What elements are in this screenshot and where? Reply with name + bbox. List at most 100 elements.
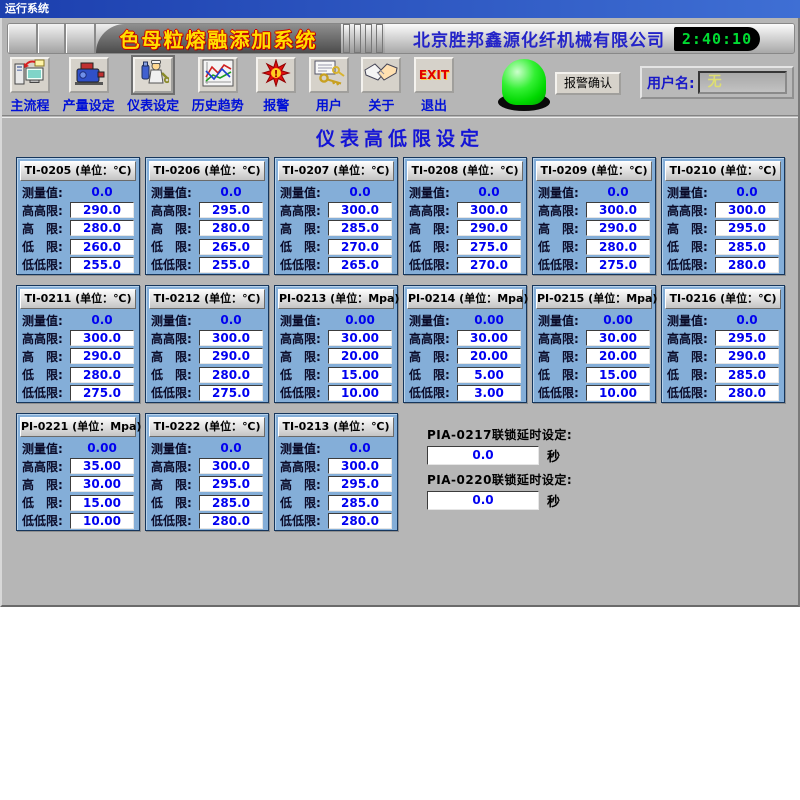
high-limit-input[interactable]: 290.0 bbox=[199, 348, 263, 364]
high-limit-input[interactable]: 20.00 bbox=[457, 348, 521, 364]
instrument-setting-button[interactable] bbox=[133, 57, 173, 93]
low-limit-input[interactable]: 270.0 bbox=[328, 239, 392, 255]
high-limit-input[interactable]: 290.0 bbox=[715, 348, 779, 364]
low-low-limit-input[interactable]: 10.00 bbox=[586, 385, 650, 401]
low-limit-input[interactable]: 280.0 bbox=[586, 239, 650, 255]
panel-title: PI-0213 (单位：Mpa) bbox=[278, 289, 394, 309]
low-limit-input[interactable]: 280.0 bbox=[70, 367, 134, 383]
high-high-limit-input[interactable]: 300.0 bbox=[328, 458, 392, 474]
output-setting-button[interactable] bbox=[69, 57, 109, 93]
high-label: 高 限: bbox=[280, 348, 321, 365]
high-high-limit-input[interactable]: 295.0 bbox=[715, 330, 779, 346]
exit-button[interactable]: EXIT bbox=[414, 57, 454, 93]
low-limit-input[interactable]: 285.0 bbox=[328, 495, 392, 511]
low-limit-input[interactable]: 280.0 bbox=[199, 367, 263, 383]
high-label: 高 限: bbox=[151, 476, 192, 493]
low-limit-input[interactable]: 15.00 bbox=[328, 367, 392, 383]
high-limit-input[interactable]: 285.0 bbox=[328, 220, 392, 236]
high-high-limit-input[interactable]: 30.00 bbox=[457, 330, 521, 346]
high-limit-input[interactable]: 20.00 bbox=[586, 348, 650, 364]
high-high-limit-input[interactable]: 300.0 bbox=[586, 202, 650, 218]
high-high-limit-input[interactable]: 300.0 bbox=[199, 458, 263, 474]
low-low-limit-input[interactable]: 10.00 bbox=[70, 513, 134, 529]
low-limit-input[interactable]: 260.0 bbox=[70, 239, 134, 255]
high-limit-input[interactable]: 290.0 bbox=[586, 220, 650, 236]
high-limit-input[interactable]: 290.0 bbox=[70, 348, 134, 364]
low-label: 低 限: bbox=[667, 238, 708, 255]
high-limit-input[interactable]: 30.00 bbox=[70, 476, 134, 492]
alarm-ack-button[interactable]: 报警确认 bbox=[555, 72, 621, 95]
low-limit-input[interactable]: 15.00 bbox=[586, 367, 650, 383]
instrument-panel: PI-0215 (单位：Mpa) 测量值: 0.00 高高限: 30.00 高 … bbox=[532, 285, 656, 403]
low-low-limit-input[interactable]: 10.00 bbox=[328, 385, 392, 401]
low-low-limit-input[interactable]: 270.0 bbox=[457, 257, 521, 273]
high-limit-input[interactable]: 295.0 bbox=[715, 220, 779, 236]
high-high-limit-input[interactable]: 300.0 bbox=[70, 330, 134, 346]
interlock-delay-input[interactable]: 0.0 bbox=[427, 491, 539, 510]
low-limit-input[interactable]: 285.0 bbox=[199, 495, 263, 511]
main-process-button[interactable] bbox=[10, 57, 50, 93]
measured-value: 0.00 bbox=[70, 441, 134, 455]
user-button[interactable] bbox=[309, 57, 349, 93]
high-limit-input[interactable]: 290.0 bbox=[457, 220, 521, 236]
panel-title: PI-0215 (单位：Mpa) bbox=[536, 289, 652, 309]
about-button[interactable] bbox=[361, 57, 401, 93]
high-limit-input[interactable]: 20.00 bbox=[328, 348, 392, 364]
low-low-limit-input[interactable]: 280.0 bbox=[715, 385, 779, 401]
high-label: 高 限: bbox=[538, 348, 579, 365]
toolbar-item-exit[interactable]: EXIT 退出 bbox=[414, 57, 454, 114]
high-high-label: 高高限: bbox=[22, 458, 63, 475]
high-limit-input[interactable]: 295.0 bbox=[328, 476, 392, 492]
measured-value: 0.00 bbox=[586, 313, 650, 327]
low-low-limit-input[interactable]: 265.0 bbox=[328, 257, 392, 273]
low-low-limit-input[interactable]: 280.0 bbox=[328, 513, 392, 529]
low-low-limit-input[interactable]: 255.0 bbox=[70, 257, 134, 273]
toolbar-item-output-setting[interactable]: 产量设定 bbox=[63, 57, 115, 114]
high-label: 高 限: bbox=[151, 220, 192, 237]
toolbar-item-user[interactable]: 用户 bbox=[309, 57, 349, 114]
high-high-label: 高高限: bbox=[151, 202, 192, 219]
low-label: 低 限: bbox=[538, 238, 579, 255]
toolbar-item-alarm[interactable]: ! 报警 bbox=[256, 57, 296, 114]
low-low-limit-input[interactable]: 275.0 bbox=[70, 385, 134, 401]
toolbar-item-instrument-setting[interactable]: 仪表设定 bbox=[127, 57, 179, 114]
high-high-limit-input[interactable]: 300.0 bbox=[715, 202, 779, 218]
interlock-delay-input[interactable]: 0.0 bbox=[427, 446, 539, 465]
system-title: 色母粒熔融添加系统 bbox=[120, 24, 318, 53]
high-high-limit-input[interactable]: 30.00 bbox=[328, 330, 392, 346]
high-high-limit-input[interactable]: 295.0 bbox=[199, 202, 263, 218]
high-high-limit-input[interactable]: 290.0 bbox=[70, 202, 134, 218]
low-limit-input[interactable]: 15.00 bbox=[70, 495, 134, 511]
low-label: 低 限: bbox=[538, 366, 579, 383]
low-low-limit-input[interactable]: 275.0 bbox=[586, 257, 650, 273]
toolbar-item-about[interactable]: 关于 bbox=[361, 57, 401, 114]
measured-label: 测量值: bbox=[151, 312, 192, 329]
high-label: 高 限: bbox=[667, 348, 708, 365]
low-limit-input[interactable]: 265.0 bbox=[199, 239, 263, 255]
toolbar-item-history-trend[interactable]: 历史趋势 bbox=[192, 57, 244, 114]
username-panel: 用户名: 无 bbox=[640, 66, 794, 99]
high-high-limit-input[interactable]: 300.0 bbox=[199, 330, 263, 346]
low-limit-input[interactable]: 285.0 bbox=[715, 367, 779, 383]
measured-label: 测量值: bbox=[409, 184, 450, 201]
high-limit-input[interactable]: 295.0 bbox=[199, 476, 263, 492]
high-high-limit-input[interactable]: 30.00 bbox=[586, 330, 650, 346]
low-low-limit-input[interactable]: 275.0 bbox=[199, 385, 263, 401]
high-limit-input[interactable]: 280.0 bbox=[70, 220, 134, 236]
high-high-limit-input[interactable]: 300.0 bbox=[328, 202, 392, 218]
low-limit-input[interactable]: 5.00 bbox=[457, 367, 521, 383]
low-low-limit-input[interactable]: 280.0 bbox=[199, 513, 263, 529]
low-low-limit-input[interactable]: 255.0 bbox=[199, 257, 263, 273]
high-high-limit-input[interactable]: 300.0 bbox=[457, 202, 521, 218]
high-high-limit-input[interactable]: 35.00 bbox=[70, 458, 134, 474]
window-titlebar[interactable]: 运行系统 bbox=[0, 0, 800, 18]
low-limit-input[interactable]: 285.0 bbox=[715, 239, 779, 255]
low-low-limit-input[interactable]: 280.0 bbox=[715, 257, 779, 273]
toolbar-item-main-process[interactable]: 主流程 bbox=[10, 57, 50, 114]
low-limit-input[interactable]: 275.0 bbox=[457, 239, 521, 255]
alarm-button[interactable]: ! bbox=[256, 57, 296, 93]
high-limit-input[interactable]: 280.0 bbox=[199, 220, 263, 236]
history-trend-button[interactable] bbox=[198, 57, 238, 93]
username-field[interactable]: 无 bbox=[698, 71, 787, 94]
low-low-limit-input[interactable]: 3.00 bbox=[457, 385, 521, 401]
